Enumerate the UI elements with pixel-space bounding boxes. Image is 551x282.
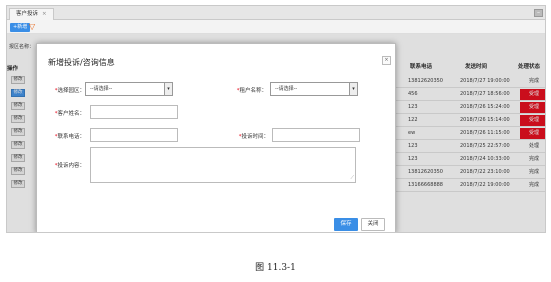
add-button[interactable]: +新增: [10, 23, 31, 32]
complaint-time-label: *投诉时间：: [238, 134, 269, 140]
tab-customer-complaints[interactable]: 客户投诉 ×: [9, 8, 54, 20]
figure-caption: 图 11.3-1: [255, 263, 296, 273]
close-button[interactable]: 关闭: [361, 218, 385, 231]
area-select-value: --请选择--: [90, 86, 113, 92]
dialog-title: 新增投诉/咨询信息: [48, 58, 115, 67]
area-label: *选择园区：: [54, 88, 85, 94]
tab-label: 客户投诉: [16, 11, 39, 17]
complaint-time-input[interactable]: [272, 128, 360, 142]
tenant-label: *租户名称：: [236, 88, 267, 94]
customer-name-label: *客户姓名：: [54, 111, 85, 117]
content-label: *投诉内容：: [54, 163, 85, 169]
tab-close-icon[interactable]: ×: [42, 11, 47, 17]
tenant-select-value: --请选择--: [275, 86, 298, 92]
add-complaint-dialog: 新增投诉/咨询信息 × *选择园区： --请选择-- ▾ *租户名称： --请选…: [36, 43, 396, 232]
funnel-icon[interactable]: ▽: [29, 22, 35, 32]
phone-input[interactable]: [90, 128, 178, 142]
resize-grip-icon[interactable]: ⟋: [350, 175, 354, 181]
app-window: 客户投诉× – +新增 ▽ 报区名称： 操作 姓名 联系电话 发送时间 处理状态…: [6, 5, 546, 233]
dialog-close-icon[interactable]: ×: [382, 56, 391, 65]
customer-name-input[interactable]: [90, 105, 178, 119]
save-button[interactable]: 保存: [334, 218, 358, 231]
tab-bar: 客户投诉 × –: [7, 6, 545, 20]
tenant-select[interactable]: --请选择-- ▾: [270, 82, 358, 96]
chevron-down-icon: ▾: [164, 83, 172, 95]
minimize-button[interactable]: –: [534, 9, 543, 17]
chevron-down-icon: ▾: [349, 83, 357, 95]
area-select[interactable]: --请选择-- ▾: [85, 82, 173, 96]
toolbar: +新增 ▽: [7, 20, 545, 34]
content-textarea[interactable]: ⟋: [90, 147, 356, 183]
phone-label: *联系电话：: [54, 134, 85, 140]
